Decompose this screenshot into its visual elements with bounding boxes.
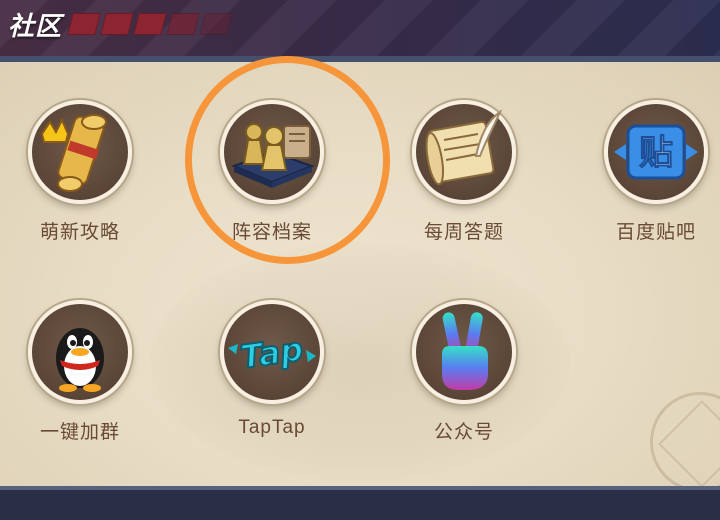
bottom-band: [0, 486, 720, 520]
scroll-crown-icon: [28, 100, 132, 204]
grid-item-label: TapTap: [238, 417, 306, 438]
grid-item-label: 公众号: [433, 422, 494, 443]
taptap-glyph: Tap: [238, 330, 305, 376]
grid-item-join-group[interactable]: 一键加群: [0, 300, 160, 490]
grid-item-weekly-quiz[interactable]: 每周答题: [384, 100, 544, 290]
tieba-icon: 贴: [604, 100, 708, 204]
grid-item-official-account[interactable]: 公众号: [384, 300, 544, 490]
grid-item-label: 阵容档案: [231, 222, 312, 243]
header-bar: 社区: [0, 0, 720, 56]
header-decoration: [67, 13, 233, 35]
grid-item-label: 每周答题: [423, 222, 504, 243]
chess-pawn-icon: [220, 100, 324, 204]
qq-penguin-icon: [28, 300, 132, 404]
grid-item-label: 一键加群: [39, 422, 120, 443]
taptap-icon: Tap: [220, 300, 324, 404]
grid-item-lineup-archive[interactable]: 阵容档案: [192, 100, 352, 290]
victory-hand-icon: [412, 300, 516, 404]
compass-watermark-icon: [650, 392, 720, 486]
page-title: 社区: [8, 12, 63, 42]
tieba-glyph: 贴: [639, 133, 673, 173]
grid-item-label: 百度贴吧: [615, 222, 696, 243]
grid-item-label: 萌新攻略: [39, 222, 120, 243]
grid-item-beginner-guide[interactable]: 萌新攻略: [0, 100, 160, 290]
quill-scroll-icon: [412, 100, 516, 204]
grid-item-taptap[interactable]: Tap TapTap: [192, 300, 352, 490]
grid-item-baidu-tieba[interactable]: 贴 百度贴吧: [576, 100, 720, 290]
